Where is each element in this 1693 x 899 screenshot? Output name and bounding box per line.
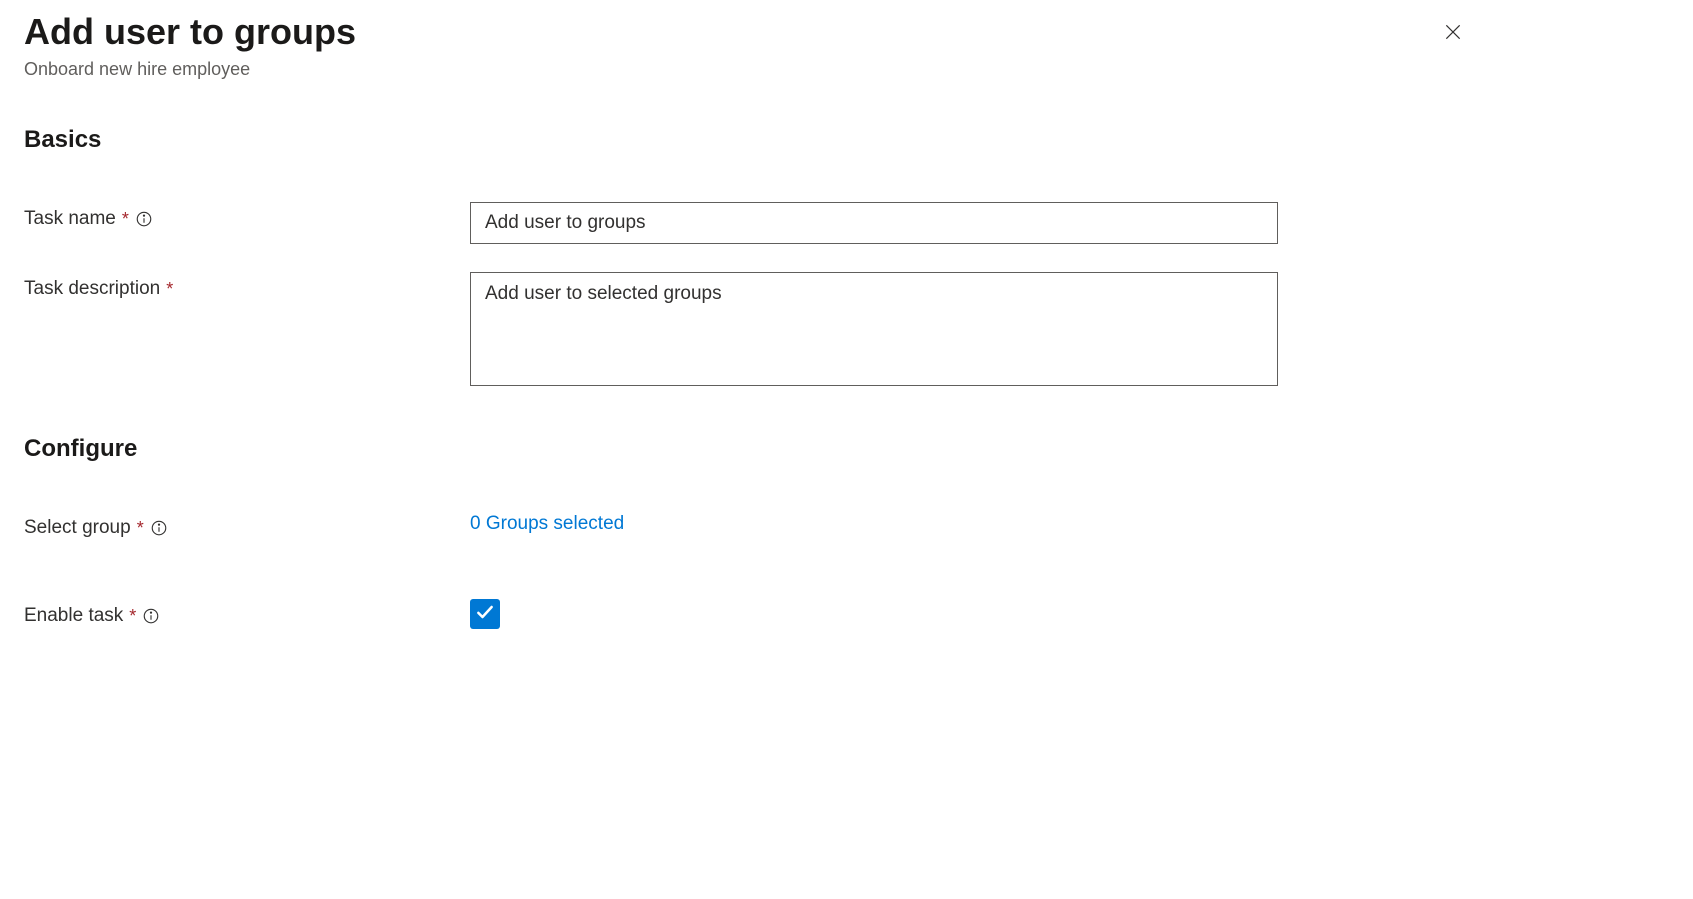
info-icon[interactable] — [150, 519, 168, 537]
section-configure-title: Configure — [24, 435, 1669, 463]
required-indicator: * — [137, 518, 144, 539]
close-button[interactable] — [1437, 16, 1469, 51]
required-indicator: * — [122, 209, 129, 230]
page-title: Add user to groups — [24, 10, 356, 53]
select-group-label: Select group — [24, 517, 131, 539]
required-indicator: * — [129, 606, 136, 627]
task-description-label: Task description — [24, 278, 160, 300]
info-icon[interactable] — [135, 210, 153, 228]
required-indicator: * — [166, 279, 173, 300]
task-name-input[interactable] — [470, 202, 1278, 244]
task-description-input[interactable] — [470, 272, 1278, 386]
enable-task-label: Enable task — [24, 605, 123, 627]
enable-task-checkbox[interactable] — [470, 599, 500, 629]
section-basics-title: Basics — [24, 126, 1669, 154]
info-icon[interactable] — [142, 607, 160, 625]
task-name-label: Task name — [24, 208, 116, 230]
checkmark-icon — [475, 602, 495, 627]
close-icon — [1443, 30, 1463, 45]
page-subtitle: Onboard new hire employee — [24, 59, 356, 80]
select-group-link[interactable]: 0 Groups selected — [470, 511, 624, 535]
